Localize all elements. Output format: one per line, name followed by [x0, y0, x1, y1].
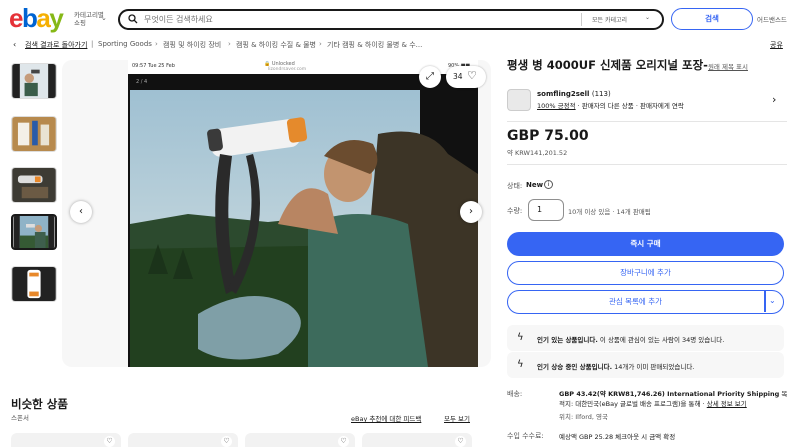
search-box: 모든 카테고리 ⌄ [118, 9, 664, 30]
expand-icon[interactable]: ⤢ [419, 66, 441, 88]
lightning-icon: ϟ [517, 332, 524, 343]
trending-banner: ϟ 인기 상승 중인 상품입니다. 14개가 이미 판매되었습니다. [507, 352, 784, 378]
heart-icon[interactable]: ♡ [338, 436, 349, 447]
divider [507, 121, 787, 122]
thumbnail-image [12, 267, 56, 301]
add-to-cart-button[interactable]: 장바구니에 추가 [507, 261, 784, 285]
share-link[interactable]: 공유 [770, 40, 783, 50]
show-original-title-link[interactable]: 원래 제목 표시 [708, 63, 748, 71]
watch-count: 34 [453, 72, 463, 81]
product-photo-scene [128, 74, 478, 367]
seller-feedback: 100% 긍정적 · 판매자의 다른 상품 · 판매자에게 연락 [537, 102, 684, 110]
breadcrumb-item[interactable]: 기타 캠핑 & 하이킹 물병 & 수... [327, 40, 422, 50]
thumbnail[interactable] [11, 116, 57, 152]
recommendation-feedback-link[interactable]: eBay 추천에 대한 피드백 [351, 413, 421, 423]
next-arrow-icon[interactable]: › [460, 201, 482, 223]
chevron-down-icon[interactable]: ⌄ [645, 14, 650, 21]
seller-avatar [507, 89, 531, 111]
quantity-availability: 10개 이상 있음 · 14개 판매됨 [568, 208, 651, 216]
condition-value: New [526, 181, 544, 189]
chevron-right-icon: › [155, 40, 158, 48]
thumbnail[interactable] [11, 266, 57, 302]
similar-item-card[interactable]: ♡ [128, 433, 238, 447]
import-fees-label: 수입 수수료: [507, 432, 544, 440]
ebay-logo[interactable]: ebay [9, 4, 64, 32]
price-local-currency: 약 KRW141,201.52 [507, 149, 568, 157]
item-location: 위치: Ilford, 영국 [559, 413, 608, 421]
previous-arrow-icon[interactable]: ‹ [70, 201, 92, 223]
phone-time: 09:57 Tue 25 Feb [132, 63, 175, 69]
shipping-details: GBP 43.42(약 KRW81,746.26) International … [559, 390, 788, 408]
buy-now-button[interactable]: 즉시 구매 [507, 232, 784, 256]
quantity-label: 수량: [507, 207, 523, 215]
lightning-icon: ϟ [517, 359, 524, 370]
add-to-watchlist-label[interactable]: 관심 목록에 추가 [508, 291, 763, 312]
seller-name[interactable]: somfling2sell (113) [537, 90, 611, 98]
condition-label: 상태: [507, 182, 523, 190]
main-image-viewer[interactable]: 09:57 Tue 25 Feb 🔒 Unlocked lizondrsaver… [62, 60, 491, 367]
photo-counter: 2 / 4 [136, 79, 148, 85]
thumbnail[interactable] [11, 63, 57, 99]
phone-url-domain: lizondrsaver.com [268, 67, 307, 72]
price: GBP 75.00 [507, 128, 589, 144]
similar-items-title: 비슷한 상품 [11, 397, 68, 411]
header: ebay 카테고리별 쇼핑 ⌄ 모든 카테고리 ⌄ 검색 어드밴스드 [0, 0, 800, 38]
thumbnail-image [12, 168, 56, 202]
breadcrumb-item[interactable]: 캠핑 및 하이킹 장비 [163, 40, 221, 50]
search-category-select[interactable]: 모든 카테고리 [592, 15, 627, 24]
similar-item-card[interactable]: ♡ [11, 433, 121, 447]
search-button[interactable]: 검색 [671, 8, 753, 30]
chevron-down-icon[interactable]: ⌄ [769, 296, 776, 305]
thumbnail-image [13, 216, 55, 248]
info-icon[interactable]: i [544, 180, 553, 189]
chevron-right-icon: › [319, 40, 322, 48]
sponsored-label: 스폰서 [11, 414, 29, 422]
button-divider [764, 291, 766, 312]
search-input[interactable] [144, 13, 564, 26]
heart-icon[interactable]: ♡ [455, 436, 466, 447]
item-title: 평생 병 4000UF 신제품 오리지널 포장-원래 제목 표시 [507, 58, 748, 72]
heart-icon[interactable]: ♡ [221, 436, 232, 447]
chevron-down-icon[interactable]: ⌄ [101, 14, 107, 22]
similar-item-card[interactable]: ♡ [362, 433, 472, 447]
thumbnail[interactable] [11, 167, 57, 203]
advanced-search-link[interactable]: 어드밴스드 [757, 14, 787, 24]
shipping-details-link[interactable]: 상세 정보 보기 [707, 400, 747, 408]
search-divider [581, 13, 582, 26]
see-all-link[interactable]: 모두 보기 [444, 413, 470, 423]
breadcrumb: ‹ 검색 결과로 돌아가기 | Sporting Goods › 캠핑 및 하이… [0, 38, 800, 52]
search-icon [128, 14, 138, 24]
product-photo [128, 74, 478, 367]
import-fees-value: 예상액 GBP 25.28 체크아웃 시 금액 확정 [559, 433, 676, 441]
similar-item-card[interactable]: ♡ [245, 433, 355, 447]
popularity-banner: ϟ 인기 있는 상품입니다. 이 상품에 관심이 있는 사람이 34명 있습니다… [507, 325, 784, 351]
divider [507, 164, 787, 165]
seller-card[interactable]: somfling2sell (113) 100% 긍정적 · 판매자의 다른 상… [507, 83, 787, 119]
back-to-results-link[interactable]: 검색 결과로 돌아가기 [25, 40, 87, 50]
back-arrow-icon[interactable]: ‹ [13, 40, 16, 49]
thumbnail-image [12, 64, 56, 98]
breadcrumb-item[interactable]: Sporting Goods [98, 40, 152, 48]
watch-button[interactable]: 34 ♡ [446, 66, 486, 88]
promo-text: 인기 있는 상품입니다. 이 상품에 관심이 있는 사람이 34명 있습니다. [537, 336, 725, 344]
quantity-input[interactable]: 1 [528, 199, 564, 221]
chevron-right-icon[interactable]: › [772, 93, 776, 106]
promo-text: 인기 상승 중인 상품입니다. 14개가 이미 판매되었습니다. [537, 363, 695, 371]
heart-icon: ♡ [467, 69, 477, 82]
breadcrumb-item[interactable]: 캠핑 & 하이킹 수질 & 물병 [236, 40, 316, 50]
chevron-right-icon: › [228, 40, 231, 48]
thumbnail-selected[interactable] [11, 214, 57, 250]
breadcrumb-separator: | [91, 40, 94, 48]
heart-icon[interactable]: ♡ [104, 436, 115, 447]
thumbnail-image [12, 117, 56, 151]
shipping-label: 배송: [507, 390, 523, 398]
add-to-watchlist-button[interactable]: 관심 목록에 추가 ⌄ [507, 290, 784, 314]
